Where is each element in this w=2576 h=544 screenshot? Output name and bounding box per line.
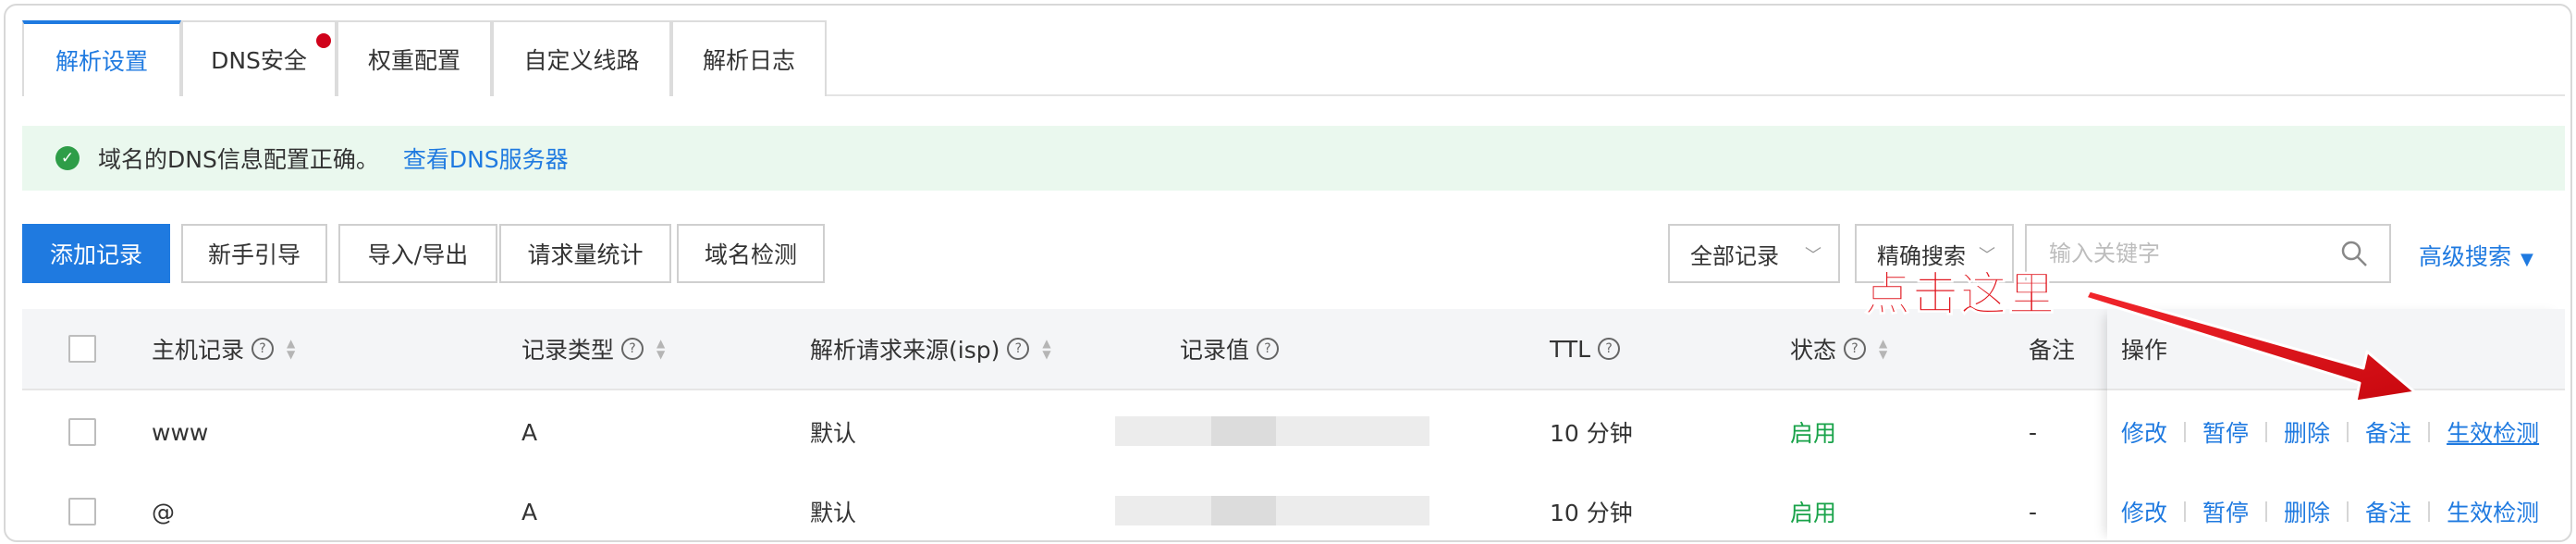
help-icon[interactable]: ? bbox=[1007, 338, 1030, 360]
help-icon[interactable]: ? bbox=[1257, 338, 1280, 360]
chevron-down-icon: ﹀ bbox=[1805, 246, 1822, 266]
tab-weight-config[interactable]: 权重配置 bbox=[337, 20, 492, 96]
search-input[interactable] bbox=[2047, 240, 2328, 267]
tab-label: DNS安全 bbox=[211, 47, 307, 74]
tab-label: 自定义线路 bbox=[523, 47, 640, 74]
check-circle-icon: ✓ bbox=[55, 146, 80, 170]
cell-status: 启用 bbox=[1790, 420, 1837, 447]
select-all-checkbox[interactable] bbox=[68, 335, 96, 363]
sort-icon[interactable]: ▲ ▼ bbox=[656, 338, 665, 360]
cell-remark: - bbox=[2029, 418, 2038, 446]
cell-ttl: 10 分钟 bbox=[1550, 420, 1633, 447]
add-record-button[interactable]: 添加记录 bbox=[22, 224, 170, 283]
record-filter-value: 全部记录 bbox=[1690, 242, 1779, 269]
row-select-cell bbox=[68, 392, 96, 472]
help-icon[interactable]: ? bbox=[1844, 338, 1867, 360]
keyword-search-box[interactable] bbox=[2025, 224, 2391, 283]
row-select-cell bbox=[68, 472, 96, 540]
header-type-label: 记录类型 bbox=[521, 337, 615, 364]
header-value-label: 记录值 bbox=[1180, 337, 1250, 364]
header-isp[interactable]: 解析请求来源(isp) ? ▲ ▼ bbox=[810, 309, 1051, 389]
caret-down-icon: ▼ bbox=[2521, 250, 2533, 269]
help-icon[interactable]: ? bbox=[251, 338, 275, 360]
cell-value-redacted bbox=[1115, 472, 1429, 540]
sort-icon[interactable]: ▲ ▼ bbox=[1879, 338, 1887, 360]
cell-isp: 默认 bbox=[810, 420, 857, 447]
tab-label: 解析日志 bbox=[702, 47, 795, 74]
redacted-value-block bbox=[1211, 416, 1276, 446]
dns-ok-notice: ✓ 域名的DNS信息配置正确。 查看DNS服务器 bbox=[22, 126, 2565, 191]
header-isp-label: 解析请求来源(isp) bbox=[810, 337, 1000, 364]
header-ttl-label: TTL bbox=[1550, 335, 1591, 363]
advanced-search-toggle[interactable]: 高级搜索 ▼ bbox=[2419, 239, 2533, 272]
sort-icon[interactable]: ▲ ▼ bbox=[287, 338, 295, 360]
header-status-label: 状态 bbox=[1790, 337, 1837, 364]
notification-dot bbox=[316, 33, 331, 48]
domain-check-button[interactable]: 域名检测 bbox=[677, 224, 825, 283]
cell-type: A bbox=[521, 498, 538, 525]
dns-settings-panel: 解析设置 DNS安全 权重配置 自定义线路 解析日志 ✓ 域名的DNS信息配置正… bbox=[4, 4, 2572, 542]
request-stats-button[interactable]: 请求量统计 bbox=[499, 224, 671, 283]
header-remark-label: 备注 bbox=[2029, 337, 2076, 364]
header-value: 记录值 ? bbox=[1180, 309, 1280, 389]
view-dns-servers-link[interactable]: 查看DNS服务器 bbox=[403, 142, 569, 175]
record-filter-select[interactable]: 全部记录 ﹀ bbox=[1668, 224, 1840, 283]
help-icon[interactable]: ? bbox=[1598, 338, 1621, 360]
row-checkbox[interactable] bbox=[68, 418, 96, 446]
tab-dns-settings[interactable]: 解析设置 bbox=[22, 20, 181, 96]
tab-label: 权重配置 bbox=[367, 47, 460, 74]
header-ttl: TTL ? bbox=[1550, 309, 1621, 389]
annotation-callout: 点击这里 bbox=[1864, 267, 2056, 322]
header-host-label: 主机记录 bbox=[152, 337, 245, 364]
cell-type: A bbox=[521, 418, 538, 446]
cell-host: www bbox=[152, 418, 209, 446]
cell-ttl: 10 分钟 bbox=[1550, 500, 1633, 526]
header-select-cell bbox=[68, 309, 96, 389]
cell-isp: 默认 bbox=[810, 500, 857, 526]
cell-host: @ bbox=[152, 498, 175, 525]
redacted-value-block bbox=[1211, 496, 1276, 525]
tab-dns-security[interactable]: DNS安全 bbox=[181, 20, 337, 96]
fixed-actions-column-shadow bbox=[2107, 309, 2565, 540]
tab-label: 解析设置 bbox=[55, 48, 148, 75]
cell-status: 启用 bbox=[1790, 500, 1837, 526]
row-checkbox[interactable] bbox=[68, 498, 96, 525]
search-icon[interactable] bbox=[2339, 239, 2369, 268]
tab-custom-lines[interactable]: 自定义线路 bbox=[492, 20, 671, 96]
cell-value-redacted bbox=[1115, 392, 1429, 472]
import-export-button[interactable]: 导入/导出 bbox=[338, 224, 497, 283]
header-type[interactable]: 记录类型 ? ▲ ▼ bbox=[521, 309, 665, 389]
advanced-search-label: 高级搜索 bbox=[2419, 243, 2512, 270]
guide-button[interactable]: 新手引导 bbox=[181, 224, 327, 283]
cell-remark: - bbox=[2029, 498, 2038, 525]
notice-text: 域名的DNS信息配置正确。 bbox=[98, 146, 379, 173]
tab-dns-logs[interactable]: 解析日志 bbox=[671, 20, 827, 96]
sort-icon[interactable]: ▲ ▼ bbox=[1042, 338, 1050, 360]
header-host[interactable]: 主机记录 ? ▲ ▼ bbox=[152, 309, 295, 389]
help-icon[interactable]: ? bbox=[621, 338, 644, 360]
